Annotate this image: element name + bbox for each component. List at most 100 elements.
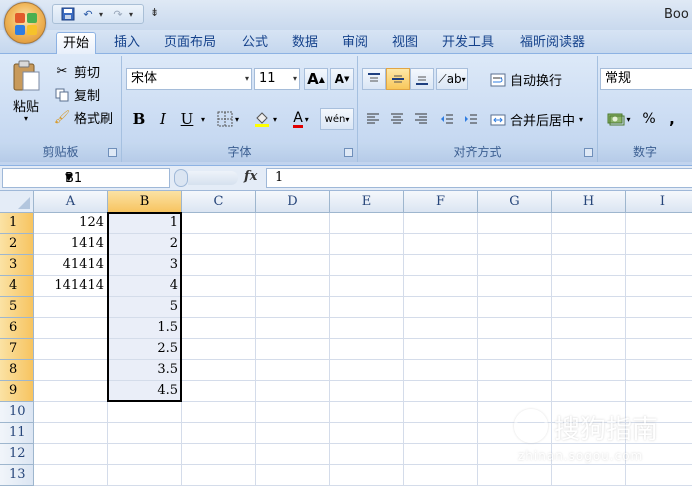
tab-data[interactable]: 数据 (286, 32, 324, 54)
cell-c11[interactable] (182, 423, 256, 444)
cell-d3[interactable] (256, 255, 330, 276)
align-left-button[interactable] (362, 108, 384, 130)
cell-b5[interactable]: 5 (108, 297, 182, 318)
cell-f11[interactable] (404, 423, 478, 444)
cell-c13[interactable] (182, 465, 256, 486)
cell-a6[interactable] (34, 318, 108, 339)
cell-g7[interactable] (478, 339, 552, 360)
cell-i8[interactable] (626, 360, 692, 381)
cell-a11[interactable] (34, 423, 108, 444)
orientation-button[interactable]: ⟋ab ▾ (436, 68, 468, 90)
cell-h3[interactable] (552, 255, 626, 276)
cell-f3[interactable] (404, 255, 478, 276)
cell-d13[interactable] (256, 465, 330, 486)
cell-c5[interactable] (182, 297, 256, 318)
cell-b11[interactable] (108, 423, 182, 444)
cell-c7[interactable] (182, 339, 256, 360)
row-header-4[interactable]: 4 (0, 276, 34, 297)
cell-a1[interactable]: 124 (34, 213, 108, 234)
accounting-format-button[interactable]: ▾ (602, 108, 636, 130)
row-header-3[interactable]: 3 (0, 255, 34, 276)
cell-b2[interactable]: 2 (108, 234, 182, 255)
undo-icon[interactable]: ↶ (79, 6, 97, 22)
cell-c9[interactable] (182, 381, 256, 402)
cell-e1[interactable] (330, 213, 404, 234)
cell-b9[interactable]: 4.5 (108, 381, 182, 402)
font-name-dropdown-icon[interactable]: ▾ (245, 69, 249, 89)
cell-f9[interactable] (404, 381, 478, 402)
align-center-button[interactable] (386, 108, 408, 130)
underline-dropdown-icon[interactable]: ▾ (198, 108, 208, 130)
tab-home[interactable]: 开始 (56, 32, 97, 55)
cell-a13[interactable] (34, 465, 108, 486)
cell-d1[interactable] (256, 213, 330, 234)
cell-f2[interactable] (404, 234, 478, 255)
cell-h12[interactable] (552, 444, 626, 465)
cell-i10[interactable] (626, 402, 692, 423)
cell-h6[interactable] (552, 318, 626, 339)
cell-c10[interactable] (182, 402, 256, 423)
cell-a2[interactable]: 1414 (34, 234, 108, 255)
align-right-button[interactable] (410, 108, 432, 130)
row-header-7[interactable]: 7 (0, 339, 34, 360)
cell-b6[interactable]: 1.5 (108, 318, 182, 339)
comma-style-button[interactable]: , (662, 108, 682, 130)
redo-icon[interactable]: ↷ (109, 6, 127, 22)
cell-e6[interactable] (330, 318, 404, 339)
column-header-e[interactable]: E (330, 191, 404, 213)
row-header-11[interactable]: 11 (0, 423, 34, 444)
phonetic-button[interactable]: wén ▾ (320, 108, 354, 130)
worksheet-grid[interactable]: A B C D E F G H I 1 124 1 2 1414 2 3 41414 3 4 141414 4 5 5 6 1.… (0, 191, 692, 494)
paste-dropdown-icon[interactable]: ▾ (6, 115, 46, 123)
paste-button[interactable]: 粘贴 ▾ (6, 60, 46, 123)
cell-a7[interactable] (34, 339, 108, 360)
insert-function-button[interactable]: fx (244, 169, 257, 184)
cell-b1[interactable]: 1 (108, 213, 182, 234)
cell-h2[interactable] (552, 234, 626, 255)
cell-h10[interactable] (552, 402, 626, 423)
cell-e13[interactable] (330, 465, 404, 486)
fill-color-button[interactable]: ▾ (248, 108, 282, 130)
format-painter-button[interactable]: 🖌 格式刷 (54, 108, 113, 127)
cell-a10[interactable] (34, 402, 108, 423)
cell-a8[interactable] (34, 360, 108, 381)
cell-c3[interactable] (182, 255, 256, 276)
grow-font-button[interactable]: A ▲ (304, 68, 328, 90)
cell-h8[interactable] (552, 360, 626, 381)
office-button[interactable] (4, 2, 46, 44)
cell-f8[interactable] (404, 360, 478, 381)
cell-h11[interactable] (552, 423, 626, 444)
font-size-combo[interactable]: 11 ▾ (254, 68, 300, 90)
cell-b4[interactable]: 4 (108, 276, 182, 297)
tab-review[interactable]: 审阅 (336, 32, 374, 54)
copy-button[interactable]: 复制 (54, 85, 100, 104)
cell-e10[interactable] (330, 402, 404, 423)
cell-c1[interactable] (182, 213, 256, 234)
cell-g9[interactable] (478, 381, 552, 402)
cell-i1[interactable] (626, 213, 692, 234)
column-header-c[interactable]: C (182, 191, 256, 213)
cell-f10[interactable] (404, 402, 478, 423)
align-bottom-button[interactable] (410, 68, 434, 90)
cell-h9[interactable] (552, 381, 626, 402)
clipboard-launcher-icon[interactable] (108, 148, 117, 157)
cell-i4[interactable] (626, 276, 692, 297)
cell-d4[interactable] (256, 276, 330, 297)
cell-a3[interactable]: 41414 (34, 255, 108, 276)
borders-button[interactable]: ▾ (212, 108, 244, 130)
cell-g1[interactable] (478, 213, 552, 234)
cell-i13[interactable] (626, 465, 692, 486)
cell-g8[interactable] (478, 360, 552, 381)
column-header-g[interactable]: G (478, 191, 552, 213)
cell-h5[interactable] (552, 297, 626, 318)
cell-b10[interactable] (108, 402, 182, 423)
bold-button[interactable]: B (128, 108, 150, 130)
increase-indent-button[interactable] (460, 108, 482, 130)
number-format-combo[interactable]: 常规 (600, 68, 692, 90)
formula-input[interactable]: 1 (266, 168, 692, 188)
cell-a5[interactable] (34, 297, 108, 318)
cell-h7[interactable] (552, 339, 626, 360)
name-box-dropdown-icon[interactable]: ▼ (65, 172, 165, 183)
cell-d12[interactable] (256, 444, 330, 465)
font-launcher-icon[interactable] (344, 148, 353, 157)
